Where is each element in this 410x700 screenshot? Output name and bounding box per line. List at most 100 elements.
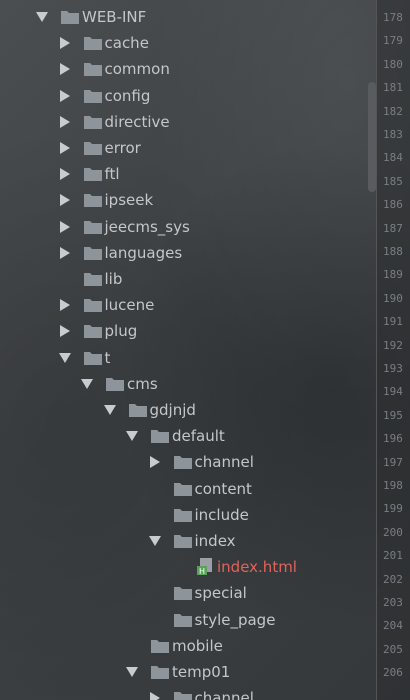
folder-icon: [83, 61, 103, 77]
tree-item[interactable]: temp01: [0, 659, 375, 685]
line-number: 186: [383, 198, 403, 212]
chevron-down-icon[interactable]: [148, 528, 161, 554]
chevron-down-icon[interactable]: [103, 397, 116, 423]
folder-icon: [83, 114, 103, 130]
chevron-right-icon[interactable]: [59, 214, 71, 240]
chevron-right-icon[interactable]: [59, 135, 71, 161]
chevron-right-icon[interactable]: [59, 318, 71, 344]
folder-icon: [150, 638, 170, 654]
folder-icon: [83, 297, 103, 313]
tree-item-label: cache: [104, 34, 149, 53]
chevron-right-icon[interactable]: [149, 449, 161, 475]
line-number: 181: [383, 81, 403, 95]
chevron-right-icon[interactable]: [59, 83, 71, 109]
tree-item[interactable]: gdjnjd: [0, 397, 375, 423]
line-number: 200: [383, 525, 403, 539]
tree-item-label: plug: [104, 322, 138, 341]
line-number: 192: [383, 338, 403, 352]
tree-item[interactable]: common: [0, 56, 375, 82]
tree-item[interactable]: error: [0, 135, 375, 161]
line-number: 180: [383, 57, 403, 71]
line-number: 190: [383, 291, 403, 305]
chevron-down-icon[interactable]: [58, 345, 71, 371]
line-number: 201: [383, 549, 403, 563]
chevron-right-icon[interactable]: [59, 161, 71, 187]
tree-item[interactable]: plug: [0, 318, 375, 344]
tree-item-label: index.html: [217, 558, 297, 577]
tree-item[interactable]: jeecms_sys: [0, 214, 375, 240]
tree-item-label: t: [104, 348, 111, 367]
tree-item[interactable]: mobile: [0, 633, 375, 659]
chevron-down-icon[interactable]: [36, 4, 48, 30]
tree-item-label: lib: [104, 270, 123, 288]
folder-icon: [83, 140, 103, 156]
line-number: 179: [383, 34, 403, 48]
tree-item[interactable]: ftl: [0, 161, 375, 187]
chevron-down-icon[interactable]: [81, 371, 93, 397]
folder-icon: [83, 88, 103, 104]
line-number: 182: [383, 104, 403, 118]
tree-item[interactable]: WEB-INF: [0, 4, 375, 30]
folder-icon: [150, 428, 170, 444]
tree-item[interactable]: channel: [0, 449, 375, 475]
line-number: 187: [383, 221, 403, 235]
chevron-right-icon[interactable]: [59, 240, 71, 266]
chevron-right-icon[interactable]: [59, 292, 71, 318]
folder-icon: [83, 192, 103, 208]
tree-item[interactable]: content: [0, 476, 375, 502]
tree-item-label: languages: [104, 243, 183, 262]
tree-item-label: cms: [127, 374, 158, 393]
folder-icon: [83, 350, 103, 366]
line-number: 183: [383, 128, 403, 141]
tree-item[interactable]: lucene: [0, 292, 375, 318]
chevron-right-icon[interactable]: [59, 109, 71, 135]
chevron-right-icon[interactable]: [59, 187, 71, 213]
tree-item[interactable]: t: [0, 345, 375, 371]
tree-item[interactable]: directive: [0, 109, 375, 135]
tree-item[interactable]: special: [0, 580, 375, 606]
folder-icon: [83, 323, 103, 339]
tree-item-label: special: [194, 584, 247, 603]
folder-icon: [173, 533, 193, 549]
tree-item-label: jeecms_sys: [104, 217, 190, 236]
tree-item[interactable]: config: [0, 83, 375, 109]
line-number: 185: [383, 174, 403, 188]
tree-item[interactable]: languages: [0, 240, 375, 266]
tree-item-label: error: [104, 139, 141, 157]
tree-item[interactable]: lib: [0, 266, 375, 292]
chevron-right-icon[interactable]: [59, 30, 71, 56]
folder-icon: [83, 35, 103, 51]
tree-item-label: include: [194, 505, 249, 524]
tree-item-label: ftl: [104, 165, 120, 184]
project-tree[interactable]: WEB-INF cache common config directive error ft…: [0, 0, 375, 700]
chevron-down-icon[interactable]: [126, 659, 138, 685]
folder-icon: [83, 219, 103, 235]
tree-item-label: lucene: [104, 296, 155, 315]
tree-item[interactable]: cms: [0, 371, 375, 397]
chevron-right-icon[interactable]: [149, 685, 161, 700]
tree-item[interactable]: include: [0, 502, 375, 528]
tree-item[interactable]: Hindex.html: [0, 554, 375, 580]
chevron-down-icon[interactable]: [126, 423, 138, 449]
tree-item[interactable]: index: [0, 528, 375, 554]
tree-item[interactable]: ipseek: [0, 187, 375, 213]
tree-item[interactable]: style_page: [0, 607, 375, 633]
tree-item[interactable]: cache: [0, 30, 375, 56]
line-number: 189: [383, 268, 403, 282]
line-number: 206: [383, 666, 403, 680]
line-number: 194: [383, 385, 403, 399]
line-number: 203: [383, 596, 403, 609]
folder-icon: [173, 690, 193, 700]
line-number: 196: [383, 432, 403, 446]
tree-scrollbar[interactable]: [368, 82, 376, 192]
tree-item-label: index: [194, 532, 236, 550]
chevron-right-icon[interactable]: [59, 56, 71, 82]
folder-icon: [60, 9, 80, 25]
line-number: 204: [383, 619, 403, 633]
tree-item[interactable]: default: [0, 423, 375, 449]
folder-icon: [105, 376, 125, 392]
line-number: 197: [383, 455, 403, 469]
folder-icon: [173, 507, 193, 523]
folder-icon: [173, 481, 193, 497]
tree-item[interactable]: channel: [0, 685, 375, 700]
